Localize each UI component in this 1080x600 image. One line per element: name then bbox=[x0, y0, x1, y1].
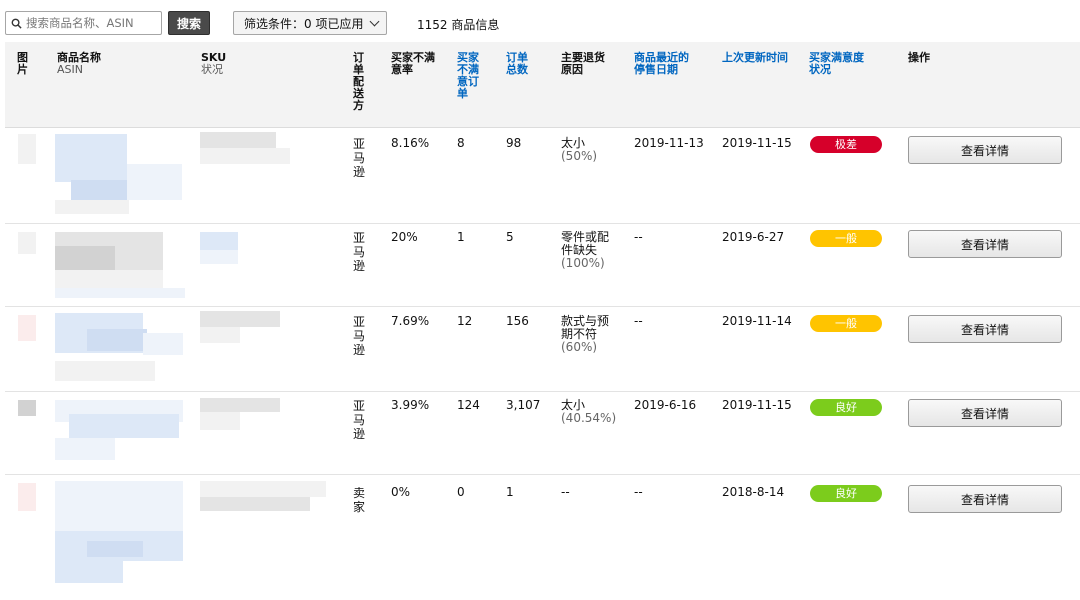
status-badge: 良好 bbox=[810, 485, 882, 502]
status-badge: 极差 bbox=[810, 136, 882, 153]
header-return-reason: 主要退货原因 bbox=[561, 51, 605, 76]
header-last-stop-date[interactable]: 商品最近的停售日期 bbox=[634, 52, 696, 76]
header-fulfillment: 订单配送方 bbox=[353, 51, 364, 112]
total-orders-cell: 1 bbox=[506, 485, 514, 499]
return-reason-cell: -- bbox=[561, 486, 613, 499]
table-row: 亚马逊 8.16% 8 98 太小 (50%) 2019-11-13 2019-1… bbox=[5, 128, 1080, 224]
fulfillment-cell: 亚马逊 bbox=[353, 231, 366, 273]
product-thumbnail bbox=[18, 232, 36, 254]
return-reason-cell: 零件或配件缺失 (100%) bbox=[561, 231, 613, 270]
header-total-orders[interactable]: 订单总数 bbox=[506, 52, 531, 76]
total-orders-cell: 3,107 bbox=[506, 398, 541, 412]
total-orders-cell: 5 bbox=[506, 230, 514, 244]
return-reason-percent: (60%) bbox=[561, 340, 598, 354]
return-reason-text: 太小 bbox=[561, 398, 586, 412]
last-stop-date-cell: -- bbox=[634, 485, 643, 499]
last-stop-date-cell: 2019-6-16 bbox=[634, 398, 697, 412]
filter-dropdown[interactable]: 筛选条件：0 项已应用 bbox=[233, 11, 388, 35]
header-rate: 买家不满意率 bbox=[391, 51, 435, 76]
last-stop-date-cell: -- bbox=[634, 314, 643, 328]
last-updated-cell: 2019-11-14 bbox=[722, 314, 792, 328]
result-count: 1152 商品信息 bbox=[417, 18, 500, 32]
last-stop-date-cell: -- bbox=[634, 230, 643, 244]
header-satisfaction[interactable]: 买家满意度状况 bbox=[809, 52, 869, 76]
fulfillment-cell: 亚马逊 bbox=[353, 137, 366, 179]
view-details-button[interactable]: 查看详情 bbox=[908, 315, 1062, 343]
view-details-button[interactable]: 查看详情 bbox=[908, 485, 1062, 513]
rate-cell: 3.99% bbox=[391, 398, 430, 412]
header-sku-sub: 状况 bbox=[201, 63, 223, 76]
last-updated-cell: 2019-11-15 bbox=[722, 136, 792, 150]
return-reason-percent: (40.54%) bbox=[561, 411, 617, 425]
header-last-updated[interactable]: 上次更新时间 bbox=[722, 52, 792, 64]
return-reason-cell: 款式与预期不符 (60%) bbox=[561, 315, 613, 354]
filter-label: 筛选条件：0 项已应用 bbox=[244, 16, 364, 31]
status-badge: 一般 bbox=[810, 230, 882, 247]
dissatisfied-orders-cell: 8 bbox=[457, 136, 465, 150]
fulfillment-cell: 亚马逊 bbox=[353, 399, 366, 441]
status-badge: 一般 bbox=[810, 315, 882, 332]
rate-cell: 20% bbox=[391, 230, 418, 244]
search-box[interactable] bbox=[5, 11, 162, 35]
table-row: 亚马逊 7.69% 12 156 款式与预期不符 (60%) -- 2019-11… bbox=[5, 307, 1080, 392]
dissatisfied-orders-cell: 124 bbox=[457, 398, 480, 412]
total-orders-cell: 98 bbox=[506, 136, 522, 150]
last-updated-cell: 2019-11-15 bbox=[722, 398, 792, 412]
fulfillment-cell: 亚马逊 bbox=[353, 315, 366, 357]
rate-cell: 0% bbox=[391, 485, 411, 499]
rate-cell: 7.69% bbox=[391, 314, 430, 328]
search-input[interactable] bbox=[26, 16, 156, 30]
table-row: 卖家 0% 0 1 -- -- 2018-8-14 良好 查看详情 bbox=[5, 475, 1080, 600]
return-reason-percent: (100%) bbox=[561, 256, 605, 270]
return-reason-percent: (50%) bbox=[561, 149, 598, 163]
status-badge: 良好 bbox=[810, 399, 882, 416]
header-action: 操作 bbox=[908, 51, 930, 64]
return-reason-cell: 太小 (50%) bbox=[561, 137, 613, 163]
last-updated-cell: 2019-6-27 bbox=[722, 230, 785, 244]
search-button[interactable]: 搜索 bbox=[168, 11, 210, 35]
return-reason-text: 零件或配件缺失 bbox=[561, 230, 610, 257]
table-row: 亚马逊 20% 1 5 零件或配件缺失 (100%) -- 2019-6-27 一… bbox=[5, 224, 1080, 307]
rate-cell: 8.16% bbox=[391, 136, 430, 150]
chevron-down-icon bbox=[370, 16, 380, 26]
return-reason-text: -- bbox=[561, 485, 570, 499]
view-details-button[interactable]: 查看详情 bbox=[908, 230, 1062, 258]
dissatisfied-orders-cell: 1 bbox=[457, 230, 465, 244]
dissatisfied-orders-cell: 12 bbox=[457, 314, 473, 328]
product-table: 图片 商品名称 ASIN SKU 状况 订单配送方 买家不满意率 买家不满意订单 订… bbox=[5, 42, 1080, 600]
table-row: 亚马逊 3.99% 124 3,107 太小 (40.54%) 2019-6-16… bbox=[5, 392, 1080, 475]
header-dissatisfied-orders[interactable]: 买家不满意订单 bbox=[457, 52, 482, 100]
return-reason-cell: 太小 (40.54%) bbox=[561, 398, 617, 425]
dissatisfied-orders-cell: 0 bbox=[457, 485, 465, 499]
product-thumbnail bbox=[18, 400, 36, 416]
view-details-button[interactable]: 查看详情 bbox=[908, 136, 1062, 164]
header-sku: SKU 状况 bbox=[201, 52, 226, 76]
last-stop-date-cell: 2019-11-13 bbox=[634, 136, 704, 150]
view-details-button[interactable]: 查看详情 bbox=[908, 399, 1062, 427]
header-name: 商品名称 ASIN bbox=[57, 52, 101, 76]
product-thumbnail bbox=[18, 134, 36, 164]
product-thumbnail bbox=[18, 483, 36, 511]
product-thumbnail bbox=[18, 315, 36, 341]
header-image: 图片 bbox=[17, 51, 28, 76]
return-reason-text: 款式与预期不符 bbox=[561, 314, 610, 341]
header-name-sub: ASIN bbox=[57, 63, 83, 76]
fulfillment-cell: 卖家 bbox=[353, 486, 366, 514]
table-header: 图片 商品名称 ASIN SKU 状况 订单配送方 买家不满意率 买家不满意订单 订… bbox=[5, 42, 1080, 128]
last-updated-cell: 2018-8-14 bbox=[722, 485, 785, 499]
return-reason-text: 太小 bbox=[561, 136, 586, 150]
total-orders-cell: 156 bbox=[506, 314, 529, 328]
search-icon bbox=[11, 18, 22, 29]
